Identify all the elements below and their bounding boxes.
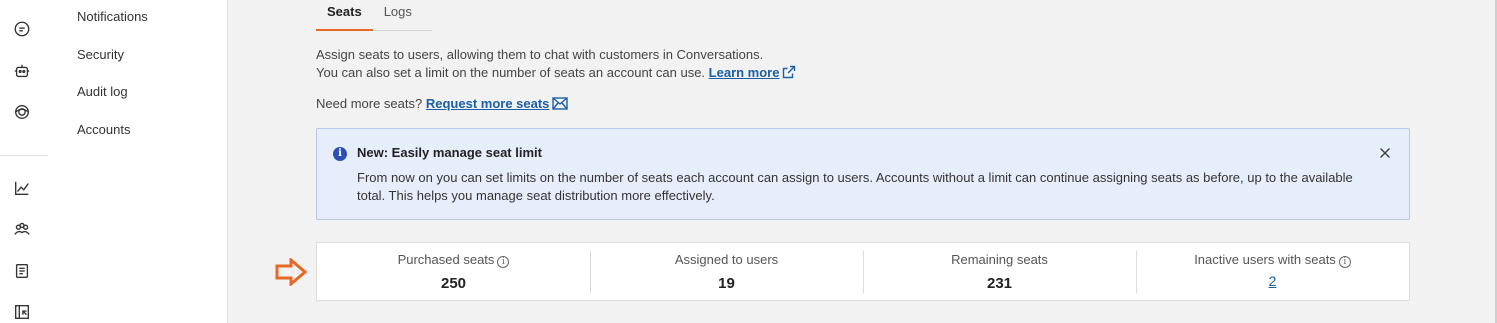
ai-swirl-icon[interactable] (11, 101, 33, 123)
stat-purchased-seats: Purchased seats i 250 (317, 243, 590, 300)
users-group-icon[interactable] (11, 218, 33, 240)
assigned-users-value: 19 (718, 275, 735, 292)
report-export-icon[interactable] (11, 301, 33, 323)
close-icon[interactable] (1377, 145, 1393, 161)
purchased-seats-value: 250 (440, 275, 467, 292)
tab-logs[interactable]: Logs (373, 0, 423, 31)
description-line-1: Assign seats to users, allowing them to … (316, 47, 764, 62)
stat-label: Inactive users with seats i (1136, 252, 1409, 268)
subnav-item-security[interactable]: Security (77, 47, 124, 62)
external-link-icon[interactable] (782, 65, 796, 84)
mail-icon[interactable] (552, 97, 569, 113)
chat-bubble-icon[interactable] (11, 18, 33, 40)
purchased-seats-label: Purchased seats (397, 252, 495, 267)
stat-assigned-users: Assigned to users 19 (590, 243, 863, 300)
description-line-2: You can also set a limit on the number o… (316, 64, 796, 84)
tab-seats[interactable]: Seats (316, 0, 373, 31)
subnav-item-accounts[interactable]: Accounts (77, 122, 130, 137)
seats-description: Assign seats to users, allowing them to … (316, 46, 796, 84)
stat-label: Purchased seats i (317, 252, 590, 268)
remaining-seats-label: Remaining seats (951, 252, 1048, 267)
tab-bar: Seats Logs (316, 0, 423, 32)
main-content: Seats Logs Assign seats to users, allowi… (229, 0, 1497, 323)
rail-divider (0, 155, 48, 156)
analytics-chart-icon[interactable] (11, 177, 33, 199)
banner-title: New: Easily manage seat limit (357, 145, 542, 160)
request-more-seats-link[interactable]: Request more seats (426, 96, 550, 111)
info-tooltip-icon[interactable]: i (497, 256, 510, 268)
subnav-item-audit-log[interactable]: Audit log (77, 84, 128, 99)
seat-stats-panel: Purchased seats i 250 Assigned to users 1… (316, 242, 1410, 301)
icon-rail (0, 0, 48, 323)
bot-icon[interactable] (11, 60, 33, 82)
remaining-seats-value: 231 (986, 275, 1013, 292)
more-seats-text: Need more seats? (316, 96, 423, 111)
inactive-users-label: Inactive users with seats (1194, 252, 1336, 267)
stat-remaining-seats: Remaining seats 231 (863, 243, 1136, 300)
document-icon[interactable] (11, 260, 33, 282)
learn-more-link[interactable]: Learn more (709, 65, 780, 80)
assigned-users-label: Assigned to users (674, 252, 779, 267)
arrow-right-icon (275, 256, 308, 291)
info-banner: i New: Easily manage seat limit From now… (316, 128, 1410, 220)
stat-inactive-users: Inactive users with seats i 2 (1136, 243, 1409, 300)
subnav-item-notifications[interactable]: Notifications (77, 9, 148, 24)
description-line-2-text: You can also set a limit on the number o… (316, 65, 706, 80)
info-tooltip-icon[interactable]: i (1338, 256, 1351, 268)
settings-subnav: Notifications Security Audit log Account… (48, 0, 228, 323)
inactive-users-link[interactable]: 2 (1136, 273, 1409, 289)
banner-body: From now on you can set limits on the nu… (357, 170, 1353, 203)
more-seats-row: Need more seats? Request more seats (316, 96, 569, 113)
info-icon: i (333, 147, 347, 161)
